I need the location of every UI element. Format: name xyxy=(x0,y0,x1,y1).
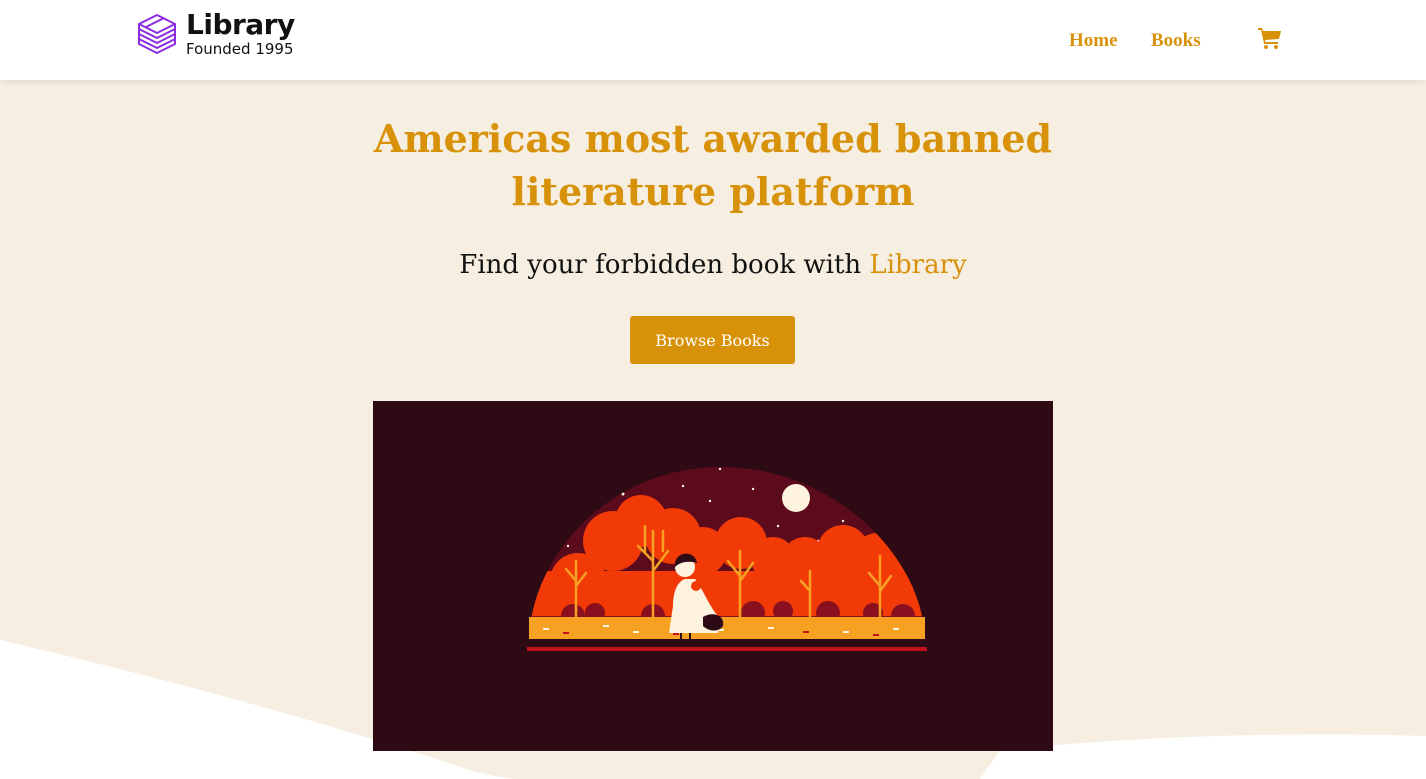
nav-link-books[interactable]: Books xyxy=(1151,30,1201,52)
navbar: Library Founded 1995 Home Books xyxy=(0,0,1426,80)
stacked-books-icon xyxy=(138,14,176,54)
shopping-cart-icon[interactable] xyxy=(1258,27,1282,49)
browse-books-button[interactable]: Browse Books xyxy=(630,316,795,364)
nav-link-home[interactable]: Home xyxy=(1069,30,1118,52)
hero-illustration xyxy=(373,401,1053,751)
brand-title: Library xyxy=(186,8,295,41)
brand-subtitle: Founded 1995 xyxy=(186,40,294,58)
hero-subtitle: Find your forbidden book with Library xyxy=(313,246,1113,284)
hero-subtitle-prefix: Find your forbidden book with xyxy=(459,250,870,280)
hero-subtitle-accent: Library xyxy=(869,250,967,280)
brand-text: Library Founded 1995 xyxy=(186,8,295,59)
brand-logo[interactable]: Library Founded 1995 xyxy=(136,10,295,58)
hero-title: Americas most awarded banned literature … xyxy=(373,116,1053,214)
